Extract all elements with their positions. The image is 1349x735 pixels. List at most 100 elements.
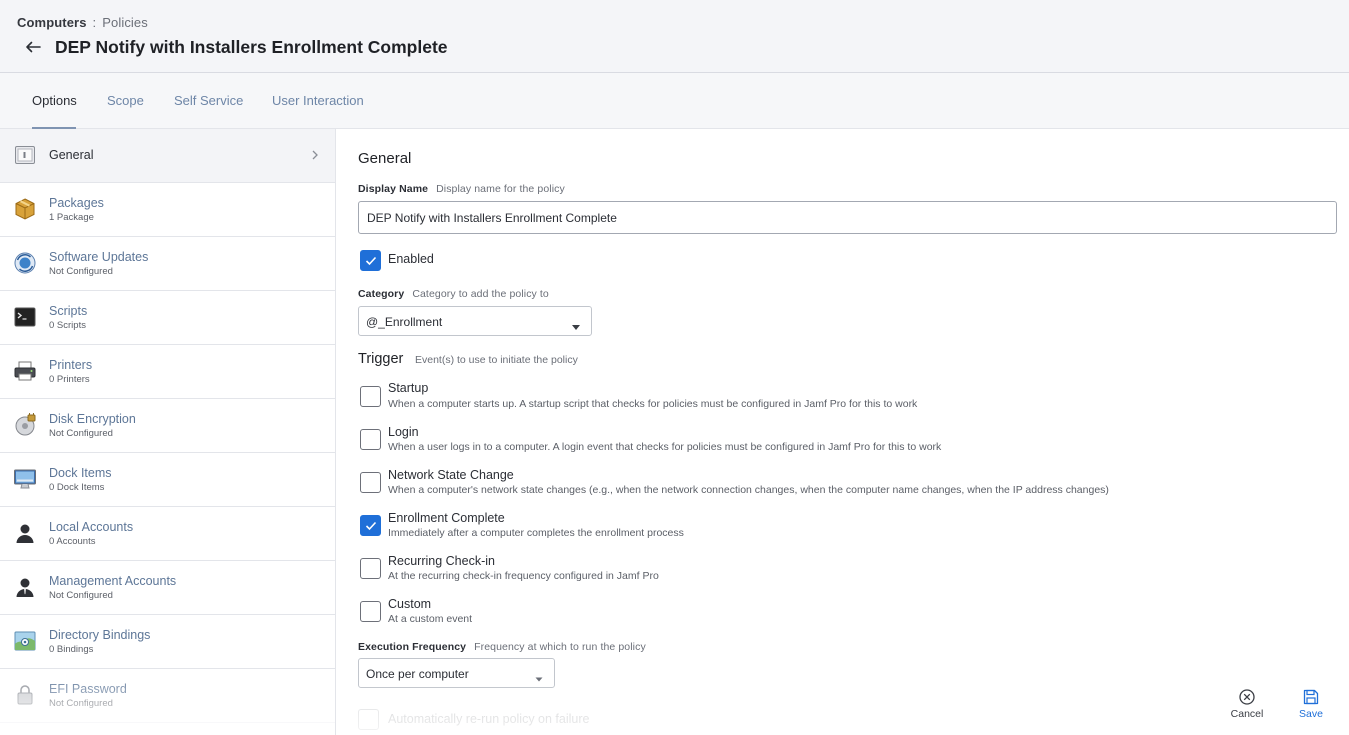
display-name-label-text: Display Name xyxy=(358,183,429,195)
terminal-icon xyxy=(13,305,37,329)
sidebar-item-packages[interactable]: Packages 1 Package xyxy=(0,183,335,237)
breadcrumb-policies[interactable]: Policies xyxy=(102,15,148,30)
sidebar-item-label: EFI Password xyxy=(49,682,127,696)
category-label: Category Category to add the policy to xyxy=(358,288,549,300)
sidebar-item-status: 0 Accounts xyxy=(49,536,96,547)
package-icon xyxy=(13,197,37,221)
user-icon xyxy=(13,521,37,545)
sidebar-item-label: Software Updates xyxy=(49,250,149,264)
sidebar-item-general[interactable]: General xyxy=(0,129,335,183)
trigger-recurring-check-in-label: Recurring Check-in xyxy=(388,554,495,568)
sidebar-item-label: Local Accounts xyxy=(49,520,134,534)
lock-icon xyxy=(13,683,37,707)
breadcrumb-separator: : xyxy=(92,15,97,30)
enabled-label: Enabled xyxy=(388,252,434,266)
sidebar-item-label: Disk Encryption xyxy=(49,412,136,426)
save-floppy-icon xyxy=(1303,689,1319,705)
sidebar-item-label: Directory Bindings xyxy=(49,628,151,642)
sidebar-item-status: Not Configured xyxy=(49,428,113,439)
sidebar-item-dock-items[interactable]: Dock Items 0 Dock Items xyxy=(0,453,335,507)
trigger-startup-checkbox[interactable] xyxy=(360,386,381,407)
category-hint: Category to add the policy to xyxy=(412,288,549,300)
page-title: DEP Notify with Installers Enrollment Co… xyxy=(55,37,448,57)
tab-user-interaction[interactable]: User Interaction xyxy=(272,93,364,108)
trigger-enrollment-complete-checkbox[interactable] xyxy=(360,515,381,536)
category-label-text: Category xyxy=(358,288,405,300)
trigger-enrollment-complete-desc: Immediately after a computer completes t… xyxy=(388,527,684,539)
tab-options[interactable]: Options xyxy=(32,93,77,108)
sidebar-item-status: 0 Printers xyxy=(49,374,90,385)
tab-scope[interactable]: Scope xyxy=(107,93,144,108)
page-header: Computers: Policies DEP Notify with Insta… xyxy=(0,0,1349,73)
trigger-recurring-check-in-desc: At the recurring check-in frequency conf… xyxy=(388,570,659,582)
sidebar-item-label: General xyxy=(49,148,94,162)
display-name-hint: Display name for the policy xyxy=(436,183,565,195)
trigger-network-state-change-checkbox[interactable] xyxy=(360,472,381,493)
general-payload-form: General Display Name Display name for the… xyxy=(336,129,1349,735)
trigger-network-state-change-desc: When a computer's network state changes … xyxy=(388,484,1109,496)
sidebar-item-status: 1 Package xyxy=(49,212,94,223)
payload-sidebar: General Packages 1 Package Software Upda… xyxy=(0,129,336,735)
display-name-label: Display Name Display name for the policy xyxy=(358,183,565,195)
execution-frequency-label: Execution Frequency Frequency at which to… xyxy=(358,641,646,653)
trigger-custom-label: Custom xyxy=(388,597,432,611)
save-button[interactable]: Save xyxy=(1281,688,1341,722)
sidebar-item-label: Packages xyxy=(49,196,104,210)
sidebar-item-disk-encryption[interactable]: Disk Encryption Not Configured xyxy=(0,399,335,453)
enabled-checkbox[interactable] xyxy=(360,250,381,271)
trigger-login-checkbox[interactable] xyxy=(360,429,381,450)
breadcrumb-computers[interactable]: Computers xyxy=(17,15,87,30)
display-name-input[interactable] xyxy=(358,201,1337,234)
sidebar-item-scripts[interactable]: Scripts 0 Scripts xyxy=(0,291,335,345)
trigger-recurring-check-in-checkbox[interactable] xyxy=(360,558,381,579)
back-arrow-icon[interactable] xyxy=(22,36,44,58)
trigger-startup-label: Startup xyxy=(388,381,429,395)
sidebar-item-label: Management Accounts xyxy=(49,574,177,588)
cancel-circle-icon xyxy=(1239,689,1255,705)
chevron-right-icon xyxy=(310,148,320,162)
trigger-hint: Event(s) to use to initiate the policy xyxy=(415,354,578,366)
sidebar-item-software-updates[interactable]: Software Updates Not Configured xyxy=(0,237,335,291)
printer-icon xyxy=(13,359,37,383)
sidebar-item-efi-password[interactable]: EFI Password Not Configured xyxy=(0,669,335,723)
auto-rerun-label: Automatically re-run policy on failure xyxy=(388,712,590,726)
sidebar-item-label: Printers xyxy=(49,358,93,372)
checkmark-icon xyxy=(365,256,376,265)
trigger-custom-checkbox[interactable] xyxy=(360,601,381,622)
auto-rerun-checkbox[interactable] xyxy=(358,709,379,730)
tab-bar: Options Scope Self Service User Interact… xyxy=(0,73,1349,129)
trigger-enrollment-complete-label: Enrollment Complete xyxy=(388,511,505,525)
execution-frequency-select-value: Once per computer xyxy=(366,667,469,681)
tab-self-service[interactable]: Self Service xyxy=(174,93,243,108)
checkmark-icon xyxy=(365,521,376,530)
general-icon xyxy=(13,143,37,167)
execution-frequency-select[interactable]: Once per computer xyxy=(358,658,555,688)
sidebar-item-management-accounts[interactable]: Management Accounts Not Configured xyxy=(0,561,335,615)
category-select-value: @_Enrollment xyxy=(366,315,443,329)
cancel-label: Cancel xyxy=(1230,708,1264,720)
save-label: Save xyxy=(1299,708,1323,720)
trigger-custom-desc: At a custom event xyxy=(388,613,473,625)
sidebar-item-directory-bindings[interactable]: Directory Bindings 0 Bindings xyxy=(0,615,335,669)
directory-icon xyxy=(13,629,37,653)
section-title: General xyxy=(358,150,412,167)
sidebar-item-local-accounts[interactable]: Local Accounts 0 Accounts xyxy=(0,507,335,561)
sidebar-item-label: Scripts xyxy=(49,304,88,318)
admin-user-icon xyxy=(13,575,37,599)
disk-encryption-icon xyxy=(13,411,37,437)
sidebar-item-label: Dock Items xyxy=(49,466,112,480)
trigger-startup-desc: When a computer starts up. A startup scr… xyxy=(388,398,918,410)
auto-rerun-row: Automatically re-run policy on failure xyxy=(358,709,958,735)
execution-frequency-hint: Frequency at which to run the policy xyxy=(474,641,646,653)
sidebar-item-status: 0 Bindings xyxy=(49,644,94,655)
sidebar-item-printers[interactable]: Printers 0 Printers xyxy=(0,345,335,399)
sidebar-item-status: Not Configured xyxy=(49,590,113,601)
sidebar-item-status: 0 Dock Items xyxy=(49,482,105,493)
trigger-title: Trigger xyxy=(358,351,404,367)
cancel-button[interactable]: Cancel xyxy=(1217,688,1277,722)
trigger-login-label: Login xyxy=(388,425,419,439)
trigger-network-state-change-label: Network State Change xyxy=(388,468,514,482)
breadcrumb: Computers: Policies xyxy=(17,15,148,30)
category-select[interactable]: @_Enrollment xyxy=(358,306,592,336)
caret-down-icon xyxy=(571,318,581,330)
